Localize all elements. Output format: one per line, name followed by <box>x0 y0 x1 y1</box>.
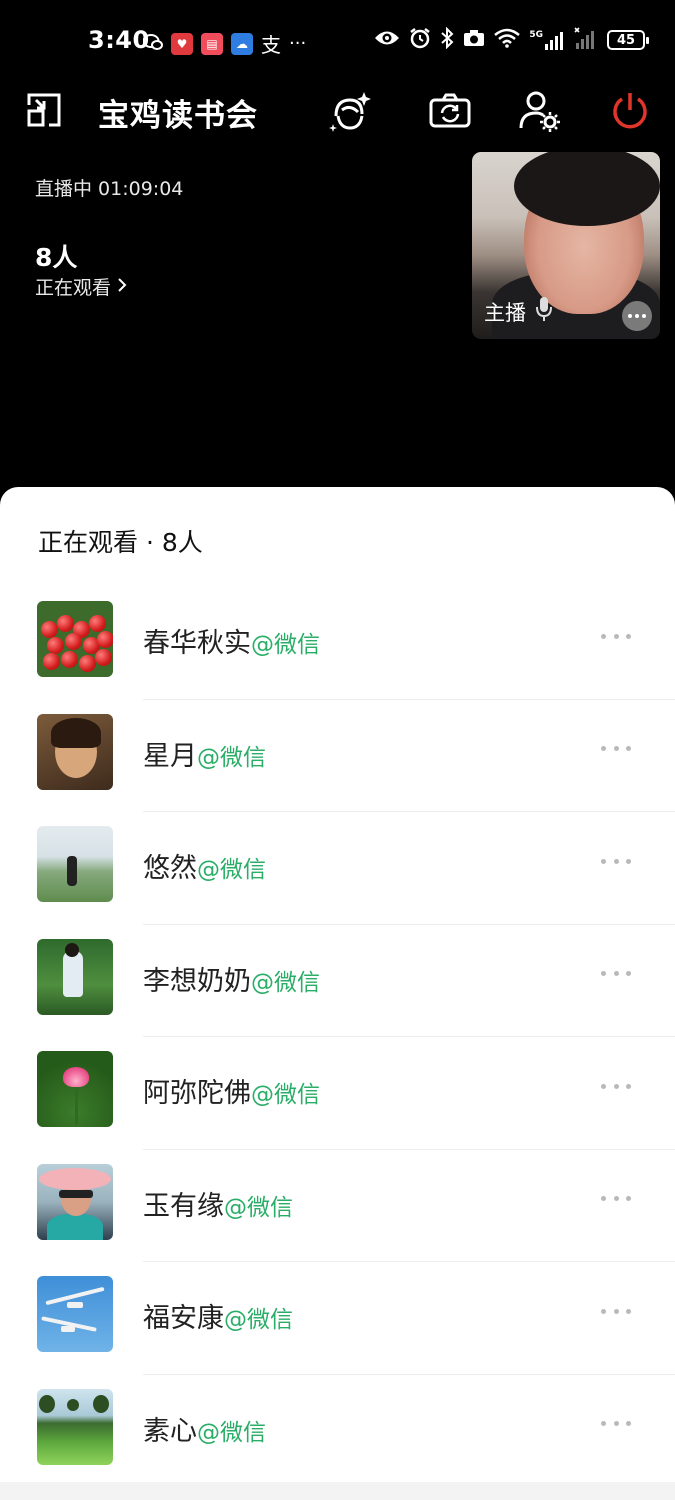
more-options-icon[interactable] <box>601 1194 631 1204</box>
beauty-filter-icon[interactable] <box>328 88 372 132</box>
more-options-icon[interactable] <box>601 744 631 754</box>
viewer-name: 春华秋实 <box>143 628 251 659</box>
more-options-icon[interactable] <box>601 1419 631 1429</box>
host-label: 主播 <box>484 296 552 327</box>
viewer-row[interactable]: 玉有缘@微信 <box>0 1150 675 1262</box>
notification-icons: ♥ ▤ ☁ 支 ··· <box>142 29 307 58</box>
viewer-row[interactable]: 悠然@微信 <box>0 812 675 925</box>
viewer-source-tag: @微信 <box>224 1307 293 1333</box>
viewer-name-line: 阿弥陀佛@微信 <box>143 1071 320 1110</box>
microphone-icon <box>536 296 552 327</box>
viewer-source-tag: @微信 <box>251 632 320 658</box>
viewer-name: 素心 <box>143 1415 197 1447</box>
app-book-icon: ▤ <box>201 32 223 55</box>
viewer-count: 8人 <box>35 243 78 272</box>
user-settings-icon[interactable] <box>518 88 562 132</box>
live-duration: 直播中 01:09:04 <box>35 178 184 200</box>
avatar-lotus-pond <box>37 938 113 1015</box>
host-more-icon[interactable] <box>622 301 652 331</box>
wifi-icon <box>494 28 521 52</box>
more-options-icon[interactable] <box>601 1081 631 1091</box>
viewer-name: 李想奶奶 <box>143 965 251 997</box>
network-label: 5G <box>529 30 543 40</box>
signal-5g-icon: 5G <box>529 30 565 50</box>
flip-camera-icon[interactable] <box>428 88 472 132</box>
camera-icon <box>463 29 485 51</box>
viewer-row[interactable]: 李想奶奶@微信 <box>0 925 675 1037</box>
viewer-row[interactable]: 素心@微信 <box>0 1375 675 1488</box>
viewer-name-line: 星月@微信 <box>143 734 266 773</box>
viewer-name: 星月 <box>143 740 197 772</box>
more-options-icon[interactable] <box>601 631 631 641</box>
sheet-title: 正在观看 · 8人 <box>38 528 203 557</box>
wechat-icon <box>142 33 163 55</box>
viewer-row[interactable]: 阿弥陀佛@微信 <box>0 1037 675 1150</box>
more-notifications-icon: ··· <box>289 33 307 54</box>
viewers-sheet: 正在观看 · 8人 春华秋实@微信 星月@微信 悠然@微信 李想奶奶@微信 阿弥… <box>0 487 675 1500</box>
exit-window-icon[interactable] <box>22 88 66 132</box>
viewer-name: 悠然 <box>143 853 197 884</box>
host-role-text: 主播 <box>484 300 526 325</box>
eye-icon <box>374 29 400 51</box>
viewer-name: 阿弥陀佛 <box>143 1078 251 1109</box>
viewer-name-line: 福安康@微信 <box>143 1296 293 1335</box>
viewer-source-tag: @微信 <box>251 969 320 996</box>
live-header: 宝鸡读书会 <box>0 80 675 142</box>
status-bar: 3:40 ♥ ▤ ☁ 支 ··· 5G 45 <box>0 0 675 80</box>
alipay-icon: 支 <box>261 33 281 57</box>
bottom-bar <box>0 1482 675 1500</box>
viewer-name-line: 李想奶奶@微信 <box>143 959 320 998</box>
battery-indicator: 45 <box>607 30 649 50</box>
viewer-name-line: 悠然@微信 <box>143 846 266 885</box>
viewer-source-tag: @微信 <box>197 857 266 883</box>
viewer-name: 玉有缘 <box>143 1190 224 1222</box>
status-right: 5G 45 <box>374 26 649 53</box>
status-time: 3:40 <box>88 26 150 54</box>
signal-icon <box>574 27 598 53</box>
viewer-source-tag: @微信 <box>197 744 266 771</box>
host-video-preview[interactable]: 主播 <box>472 152 660 339</box>
watching-link[interactable]: 正在观看 <box>35 273 127 300</box>
bluetooth-icon <box>440 26 454 53</box>
avatar-seagulls <box>37 1276 113 1352</box>
alarm-icon <box>409 27 431 53</box>
room-title: 宝鸡读书会 <box>98 98 258 134</box>
viewer-list: 春华秋实@微信 星月@微信 悠然@微信 李想奶奶@微信 阿弥陀佛@微信 玉有缘@… <box>0 587 675 1487</box>
more-options-icon[interactable] <box>601 856 631 866</box>
viewer-name-line: 玉有缘@微信 <box>143 1184 293 1223</box>
viewer-source-tag: @微信 <box>224 1194 293 1221</box>
power-icon[interactable] <box>608 88 652 132</box>
viewer-row[interactable]: 春华秋实@微信 <box>0 587 675 700</box>
viewer-row[interactable]: 福安康@微信 <box>0 1262 675 1375</box>
viewer-name: 福安康 <box>143 1303 224 1334</box>
avatar-cherries <box>37 601 113 677</box>
watching-label: 正在观看 <box>35 277 112 299</box>
more-options-icon[interactable] <box>601 969 631 979</box>
avatar-field <box>37 826 113 902</box>
viewer-name-line: 素心@微信 <box>143 1409 266 1448</box>
avatar-woman-portrait <box>37 713 113 790</box>
cloud-icon: ☁ <box>231 32 253 55</box>
viewer-source-tag: @微信 <box>251 1082 320 1108</box>
more-options-icon[interactable] <box>601 1306 631 1316</box>
viewer-name-line: 春华秋实@微信 <box>143 621 320 660</box>
chevron-right-icon <box>117 276 127 298</box>
avatar-lotus-flower <box>37 1051 113 1127</box>
viewer-source-tag: @微信 <box>197 1419 266 1446</box>
app-red-icon: ♥ <box>171 32 193 55</box>
avatar-woman-hat <box>37 1163 113 1240</box>
viewer-row[interactable]: 星月@微信 <box>0 700 675 812</box>
avatar-garden <box>37 1388 113 1465</box>
